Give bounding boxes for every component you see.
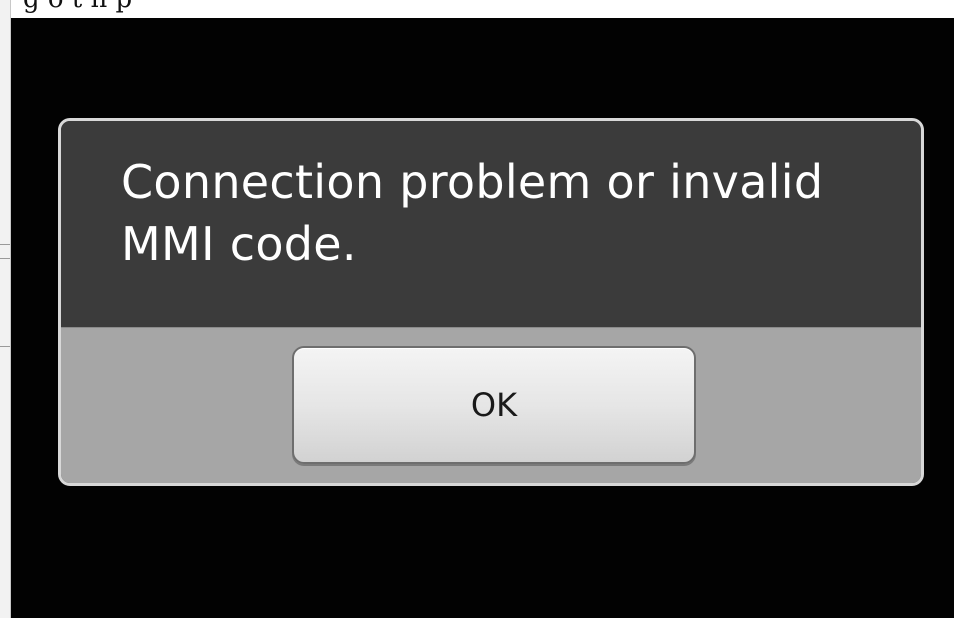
ok-button[interactable]: OK (292, 346, 696, 464)
cropped-caption-text-fragment: y g o t h p (0, 0, 132, 14)
divider (0, 258, 10, 259)
cropped-caption-strip: y g o t h p (0, 0, 954, 18)
ok-button-label: OK (470, 386, 518, 424)
alert-dialog: Connection problem or invalid MMI code. … (58, 118, 924, 486)
phone-screen: y g o t h p Connection problem or invali… (0, 0, 954, 618)
left-edge-strip (0, 0, 11, 618)
dialog-message-area: Connection problem or invalid MMI code. (61, 121, 921, 327)
dialog-button-bar: OK (61, 327, 921, 483)
divider (0, 346, 10, 347)
dialog-message: Connection problem or invalid MMI code. (121, 155, 824, 271)
divider (0, 244, 10, 245)
